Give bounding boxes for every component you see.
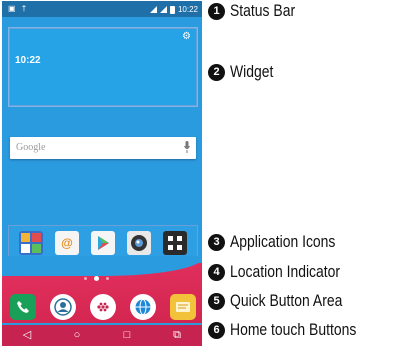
gear-icon[interactable]: ⚙ xyxy=(182,32,191,42)
notification-icons: ▣ † xyxy=(8,4,29,13)
browser-icon[interactable] xyxy=(130,294,156,320)
mic-icon[interactable] xyxy=(184,141,190,154)
play-store-icon[interactable] xyxy=(91,231,115,255)
annotation-location-indicator: 4 Location Indicator xyxy=(208,262,364,282)
status-time: 10:22 xyxy=(177,5,198,14)
annotation-label: Application Icons xyxy=(230,232,336,251)
dual-window-icon[interactable]: ⧉ xyxy=(167,330,187,341)
annotation-label: Home touch Buttons xyxy=(230,320,357,339)
messaging-icon[interactable] xyxy=(170,294,196,320)
battery-icon xyxy=(169,5,175,14)
clock-widget[interactable]: ⚙ 10:22 xyxy=(8,27,198,107)
annotation-label: Quick Button Area xyxy=(230,291,343,310)
back-icon[interactable]: ◁ xyxy=(17,330,37,341)
status-bar[interactable]: ▣ † 10:22 xyxy=(2,1,202,17)
home-icon[interactable]: ○ xyxy=(67,330,87,341)
contacts-icon[interactable] xyxy=(50,294,76,320)
annotation-number: 6 xyxy=(208,321,225,339)
cell-signal-icon xyxy=(159,6,167,13)
status-indicators: 10:22 xyxy=(149,5,198,14)
annotation-number: 1 xyxy=(208,2,225,20)
annotation-number: 2 xyxy=(208,63,225,81)
page-dot-active xyxy=(94,276,99,281)
page-dot xyxy=(84,277,87,280)
annotation-label: Location Indicator xyxy=(230,262,341,281)
page-dot xyxy=(106,277,109,280)
annotation-label: Status Bar xyxy=(230,1,296,20)
location-indicator[interactable] xyxy=(84,276,109,281)
email-app-icon[interactable]: @ xyxy=(55,231,79,255)
annotation-quick-button-area: 5 Quick Button Area xyxy=(208,291,367,311)
annotation-widget: 2 Widget xyxy=(208,62,283,82)
home-touch-buttons: ◁ ○ □ ⧉ xyxy=(2,325,202,346)
recent-apps-icon[interactable]: □ xyxy=(117,330,137,341)
google-search-bar[interactable]: Google xyxy=(10,137,196,159)
annotation-number: 5 xyxy=(208,292,225,310)
apps-drawer-icon[interactable] xyxy=(90,294,116,320)
quick-button-area xyxy=(8,291,198,323)
annotation-application-icons: 3 Application Icons xyxy=(208,232,359,252)
annotation-label: Widget xyxy=(230,62,274,81)
tasks-app-icon[interactable] xyxy=(19,231,43,255)
wifi-signal-icon xyxy=(149,6,157,13)
phone-screen: ▣ † 10:22 ⚙ 10:22 Google @ ◁ ○ □ ⧉ xyxy=(2,1,202,346)
search-placeholder: Google xyxy=(16,142,46,153)
annotation-number: 4 xyxy=(208,263,225,281)
annotation-home-touch-buttons: 6 Home touch Buttons xyxy=(208,320,384,340)
camera-app-icon[interactable] xyxy=(127,231,151,255)
annotation-status-bar: 1 Status Bar xyxy=(208,1,309,21)
apps-folder-icon[interactable] xyxy=(163,231,187,255)
widget-time: 10:22 xyxy=(15,55,41,66)
phone-icon[interactable] xyxy=(10,294,36,320)
annotation-number: 3 xyxy=(208,233,225,251)
